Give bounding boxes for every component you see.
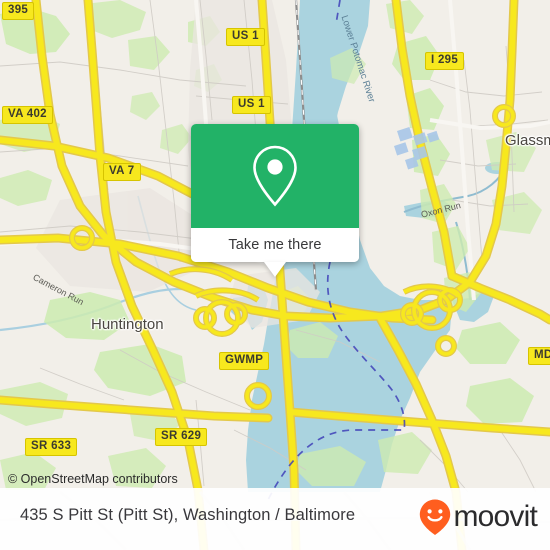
location-popup-card[interactable]: Take me there — [191, 124, 359, 262]
label-glassmanor: Glassm — [505, 132, 550, 149]
road-shield-va7: VA 7 — [103, 163, 141, 181]
osm-attribution[interactable]: © OpenStreetMap contributors — [8, 472, 178, 486]
location-title: 435 S Pitt St (Pitt St), Washington / Ba… — [20, 506, 356, 524]
popup-pointer-tail — [264, 262, 286, 277]
road-shield-395: 395 — [2, 2, 35, 20]
road-shield-sr629: SR 629 — [155, 428, 208, 446]
moovit-wordmark: moovit — [453, 500, 537, 533]
label-huntington: Huntington — [91, 316, 164, 333]
moovit-smiley-pin-icon — [420, 499, 451, 535]
road-shield-md: MD — [528, 347, 550, 365]
map-screenshot-root: 395 US 1 I 295 US 1 VA 402 VA 7 GWMP MD … — [0, 0, 550, 550]
road-shield-i295: I 295 — [425, 52, 465, 70]
road-shield-gwmp: GWMP — [219, 352, 270, 370]
road-shield-va402: VA 402 — [2, 106, 53, 124]
popup-action-bar[interactable]: Take me there — [191, 228, 359, 262]
take-me-there-label: Take me there — [228, 237, 322, 253]
map-pin-icon — [253, 145, 297, 207]
road-shield-us1-north: US 1 — [226, 28, 265, 46]
road-shield-us1-south: US 1 — [232, 96, 271, 114]
moovit-brand[interactable]: moovit — [418, 499, 538, 535]
popup-header — [191, 124, 359, 228]
road-shield-sr633: SR 633 — [25, 438, 78, 456]
